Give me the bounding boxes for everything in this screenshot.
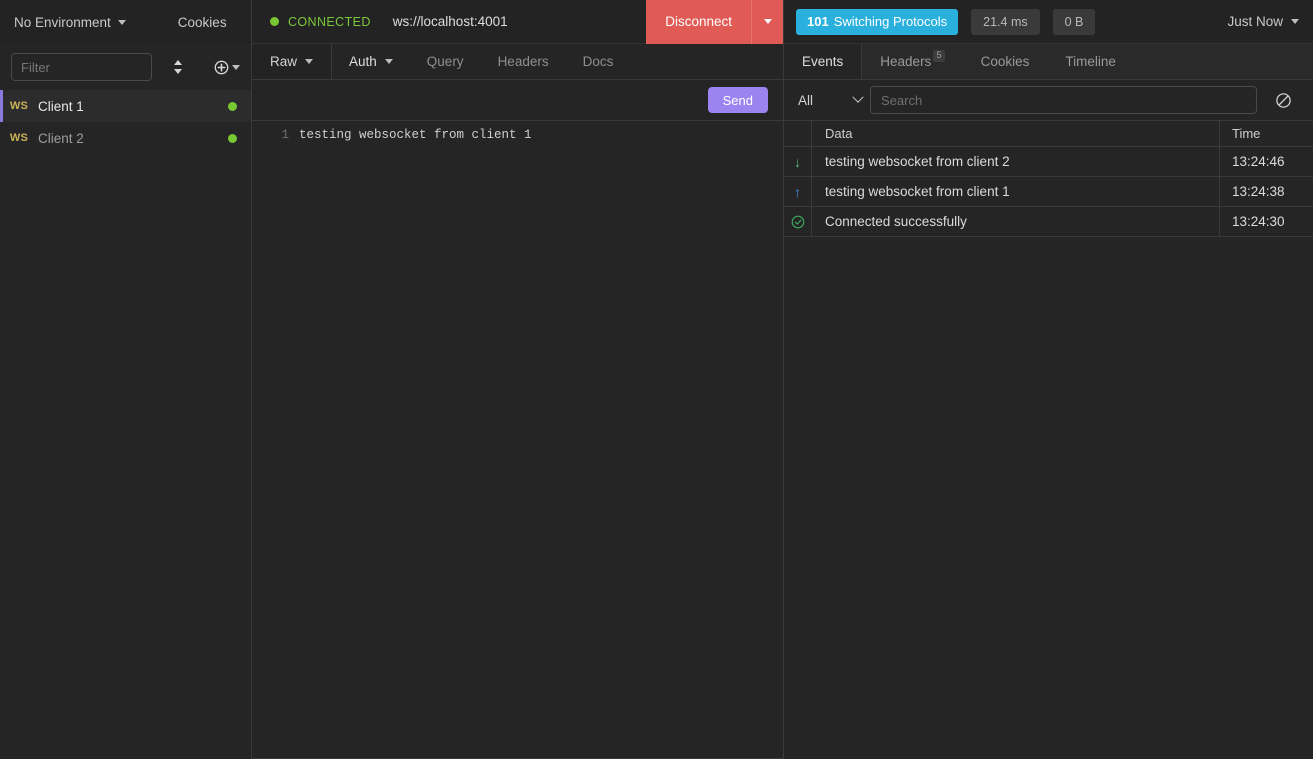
events-toolbar: All (784, 80, 1313, 120)
header-icon-cell (784, 121, 812, 146)
table-row[interactable]: ↓ testing websocket from client 2 13:24:… (784, 147, 1313, 177)
check-circle-icon (784, 207, 812, 236)
sidebar-item-label: Client 2 (38, 131, 228, 146)
response-time: 21.4 ms (971, 9, 1039, 35)
event-filter-value: All (798, 93, 813, 108)
disconnect-options-button[interactable] (751, 0, 783, 44)
response-tabs: Events Headers 5 Cookies Timeline (784, 44, 1313, 80)
chevron-down-icon (232, 65, 240, 70)
chevron-down-icon (305, 59, 313, 64)
event-time: 13:24:30 (1220, 207, 1313, 236)
environment-label: No Environment (14, 15, 111, 30)
event-data: testing websocket from client 2 (812, 147, 1220, 176)
editor-content[interactable]: testing websocket from client 1 (299, 126, 532, 758)
history-label: Just Now (1227, 14, 1283, 29)
connection-bar: CONNECTED ws://localhost:4001 Disconnect (252, 0, 783, 44)
response-size: 0 B (1053, 9, 1096, 35)
status-text: Switching Protocols (834, 14, 947, 29)
connection-status-label: CONNECTED (288, 15, 371, 29)
sidebar-header: No Environment Cookies (0, 0, 251, 44)
event-time: 13:24:38 (1220, 177, 1313, 206)
connection-url[interactable]: ws://localhost:4001 (393, 14, 646, 29)
status-dot (228, 134, 237, 143)
tab-raw[interactable]: Raw (252, 44, 332, 79)
events-table: Data Time ↓ testing websocket from clien… (784, 120, 1313, 237)
sidebar-item-client-1[interactable]: WS Client 1 (0, 90, 251, 122)
header-time: Time (1220, 121, 1313, 146)
tab-docs[interactable]: Docs (566, 44, 631, 79)
tab-timeline[interactable]: Timeline (1047, 44, 1134, 79)
connection-status-dot (270, 17, 279, 26)
event-filter-select[interactable]: All (798, 93, 870, 108)
protocol-badge: WS (0, 132, 38, 144)
send-button[interactable]: Send (708, 87, 768, 113)
arrow-up-icon: ↑ (784, 177, 812, 206)
table-row[interactable]: Connected successfully 13:24:30 (784, 207, 1313, 237)
connection-status: CONNECTED (252, 15, 371, 29)
arrow-down-icon: ↓ (784, 147, 812, 176)
headers-count-badge: 5 (933, 50, 944, 62)
table-row[interactable]: ↑ testing websocket from client 1 13:24:… (784, 177, 1313, 207)
disconnect-button[interactable]: Disconnect (646, 0, 751, 44)
block-icon[interactable] (1265, 86, 1301, 114)
event-data: testing websocket from client 1 (812, 177, 1220, 206)
tab-headers[interactable]: Headers (481, 44, 566, 79)
send-bar: Send (252, 80, 783, 121)
response-status-bar: 101 Switching Protocols 21.4 ms 0 B Just… (784, 0, 1313, 44)
tab-response-headers[interactable]: Headers 5 (862, 44, 962, 79)
tab-response-cookies[interactable]: Cookies (963, 44, 1048, 79)
websocket-client-app: No Environment Cookies WS (0, 0, 1313, 759)
request-panel: CONNECTED ws://localhost:4001 Disconnect… (252, 0, 784, 759)
sidebar: No Environment Cookies WS (0, 0, 252, 759)
tab-events-label: Events (802, 44, 843, 80)
event-time: 13:24:46 (1220, 147, 1313, 176)
chevron-down-icon (1291, 19, 1299, 24)
sidebar-item-client-2[interactable]: WS Client 2 (0, 122, 251, 154)
chevron-down-icon (118, 20, 126, 25)
tab-auth-label: Auth (349, 54, 377, 69)
history-selector[interactable]: Just Now (1227, 14, 1299, 29)
sidebar-item-label: Client 1 (38, 99, 228, 114)
search-input[interactable] (870, 86, 1257, 114)
cookies-button[interactable]: Cookies (178, 15, 227, 30)
add-connection-button[interactable] (214, 53, 241, 81)
tab-events[interactable]: Events (784, 44, 862, 79)
environment-selector[interactable]: No Environment (14, 15, 126, 30)
status-dot (228, 102, 237, 111)
line-number: 1 (252, 126, 299, 758)
request-tabs: Raw Auth Query Headers Docs (252, 44, 783, 80)
protocol-badge: WS (0, 100, 38, 112)
tab-query[interactable]: Query (410, 44, 481, 79)
sidebar-toolbar (0, 44, 251, 90)
tab-headers-label: Headers (880, 44, 931, 80)
chevron-down-icon (385, 59, 393, 64)
event-data: Connected successfully (812, 207, 1220, 236)
status-code: 101 (807, 14, 829, 29)
filter-input[interactable] (11, 53, 152, 81)
chevron-down-icon (852, 92, 863, 103)
tab-auth[interactable]: Auth (332, 44, 410, 79)
response-panel: 101 Switching Protocols 21.4 ms 0 B Just… (784, 0, 1313, 759)
message-editor[interactable]: 1 testing websocket from client 1 (252, 121, 783, 758)
sort-icon[interactable] (165, 53, 192, 81)
table-header-row: Data Time (784, 120, 1313, 147)
chevron-down-icon (764, 19, 772, 24)
header-data: Data (812, 121, 1220, 146)
tab-raw-label: Raw (270, 54, 297, 69)
status-badge: 101 Switching Protocols (796, 9, 958, 35)
